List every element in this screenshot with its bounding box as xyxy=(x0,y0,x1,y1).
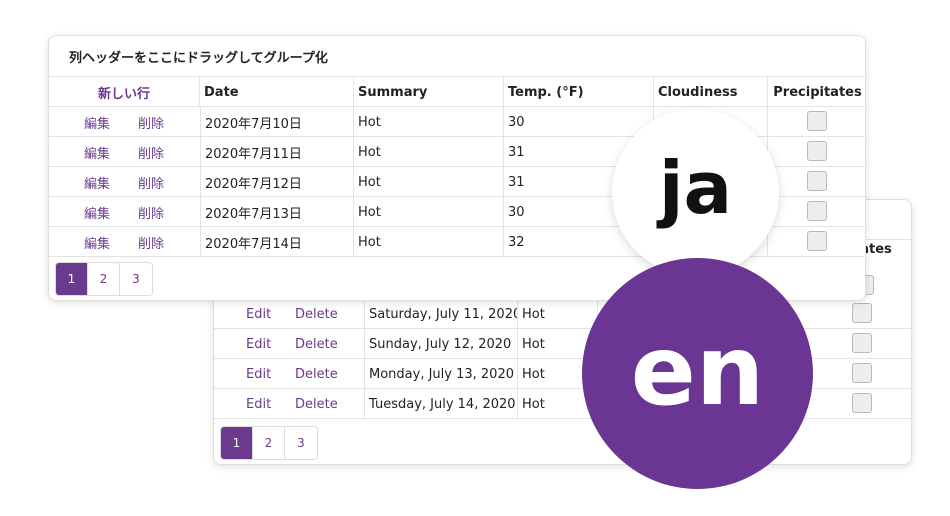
summary-cell: Hot xyxy=(354,167,504,197)
group-panel-hint[interactable]: 列ヘッダーをここにドラッグしてグループ化 xyxy=(49,36,865,77)
precipitates-checkbox[interactable] xyxy=(807,171,827,191)
date-cell: Sunday, July 12, 2020 xyxy=(364,329,518,359)
ja-pagination: 1 2 3 xyxy=(55,262,153,296)
edit-button[interactable]: 編集 xyxy=(84,107,110,137)
summary-cell: Hot xyxy=(354,107,504,137)
new-row-button[interactable]: 新しい行 xyxy=(49,77,200,107)
temp-cell: 30 xyxy=(504,107,654,137)
date-cell: Tuesday, July 14, 2020 xyxy=(364,389,518,419)
edit-button[interactable]: Edit xyxy=(246,329,271,359)
precipitates-checkbox[interactable] xyxy=(852,363,872,383)
edit-button[interactable]: 編集 xyxy=(84,167,110,197)
summary-cell: Hot xyxy=(354,227,504,257)
summary-cell: Hot xyxy=(354,197,504,227)
precipitates-checkbox[interactable] xyxy=(807,111,827,131)
summary-cell: Hot xyxy=(518,299,598,329)
date-cell: 2020年7月14日 xyxy=(200,227,354,257)
page-button-3[interactable]: 3 xyxy=(285,427,317,459)
summary-cell: Hot xyxy=(354,137,504,167)
language-badge-ja: ja xyxy=(612,109,779,276)
column-header-precipitates[interactable]: Precipitates xyxy=(768,77,865,107)
edit-button[interactable]: 編集 xyxy=(84,197,110,227)
delete-button[interactable]: Delete xyxy=(295,389,338,419)
date-cell: Monday, July 13, 2020 xyxy=(364,359,518,389)
column-header-temp[interactable]: Temp. (°F) xyxy=(504,77,654,107)
precipitates-checkbox[interactable] xyxy=(852,393,872,413)
date-cell: 2020年7月10日 xyxy=(200,107,354,137)
language-badge-en: en xyxy=(582,258,813,489)
page-button-1[interactable]: 1 xyxy=(56,263,88,295)
precipitates-checkbox[interactable] xyxy=(807,231,827,251)
delete-button[interactable]: 削除 xyxy=(138,167,164,197)
delete-button[interactable]: Delete xyxy=(295,329,338,359)
precipitates-checkbox[interactable] xyxy=(807,201,827,221)
page-button-1[interactable]: 1 xyxy=(221,427,253,459)
delete-button[interactable]: 削除 xyxy=(138,227,164,257)
header-row: 新しい行 Date Summary Temp. (°F) Cloudiness … xyxy=(49,77,865,107)
delete-button[interactable]: 削除 xyxy=(138,137,164,167)
column-header-summary[interactable]: Summary xyxy=(354,77,504,107)
delete-button[interactable]: 削除 xyxy=(138,107,164,137)
edit-button[interactable]: 編集 xyxy=(84,227,110,257)
precipitates-checkbox[interactable] xyxy=(852,303,872,323)
delete-button[interactable]: Delete xyxy=(295,359,338,389)
precipitates-checkbox[interactable] xyxy=(852,333,872,353)
precipitates-checkbox[interactable] xyxy=(807,141,827,161)
table-row: Edit Delete Saturday, July 11, 2020 Hot xyxy=(214,299,911,329)
edit-button[interactable]: Edit xyxy=(246,359,271,389)
page-button-2[interactable]: 2 xyxy=(253,427,285,459)
page-button-3[interactable]: 3 xyxy=(120,263,152,295)
date-cell: Saturday, July 11, 2020 xyxy=(364,299,518,329)
edit-button[interactable]: 編集 xyxy=(84,137,110,167)
edit-button[interactable]: Edit xyxy=(246,389,271,419)
page-button-2[interactable]: 2 xyxy=(88,263,120,295)
date-cell: 2020年7月13日 xyxy=(200,197,354,227)
date-cell: 2020年7月12日 xyxy=(200,167,354,197)
edit-button[interactable]: Edit xyxy=(246,299,271,329)
date-cell: 2020年7月11日 xyxy=(200,137,354,167)
delete-button[interactable]: 削除 xyxy=(138,197,164,227)
column-header-cloudiness[interactable]: Cloudiness xyxy=(654,77,768,107)
delete-button[interactable]: Delete xyxy=(295,299,338,329)
en-pagination: 1 2 3 xyxy=(220,426,318,460)
column-header-date[interactable]: Date xyxy=(200,77,354,107)
